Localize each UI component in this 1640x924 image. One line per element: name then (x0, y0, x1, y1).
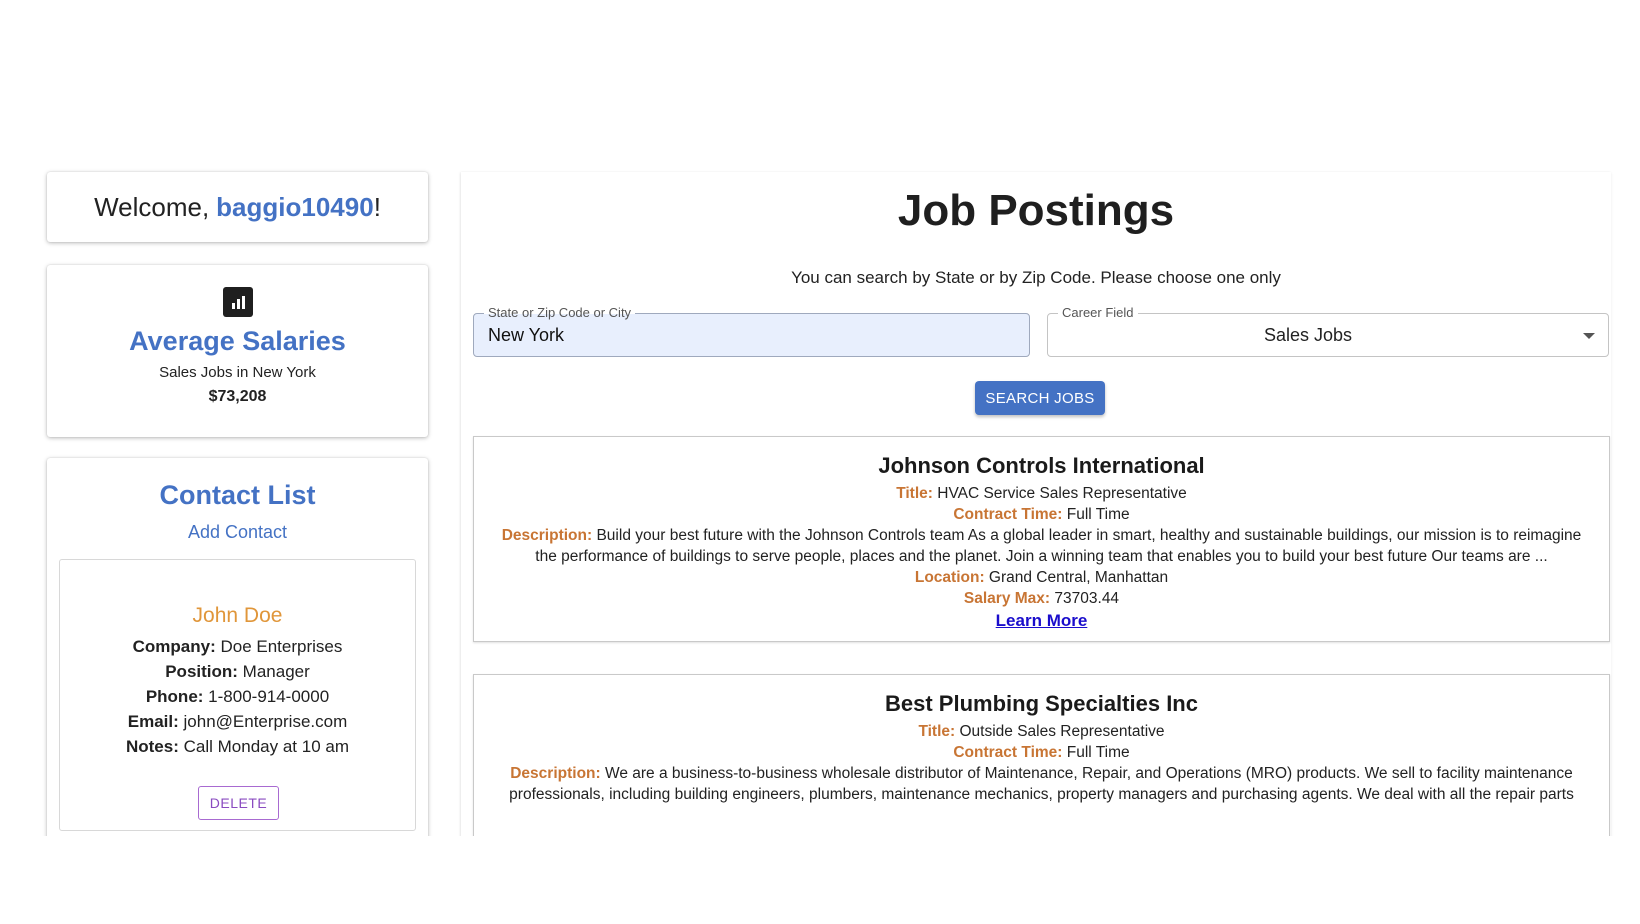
average-salaries-card: Average Salaries Sales Jobs in New York … (47, 265, 428, 437)
contact-company-value: Doe Enterprises (220, 637, 343, 656)
job-title-label: Title: (896, 485, 933, 502)
contact-email-label: Email: (127, 712, 179, 731)
contact-company-label: Company: (132, 637, 216, 656)
job-description: Description: We are a business-to-busine… (484, 763, 1599, 785)
job-description: Description: Build your best future with… (484, 525, 1599, 547)
job-title-value: Outside Sales Representative (959, 723, 1165, 740)
job-location-label: Location: (914, 569, 985, 586)
job-description-line1: We are a business-to-business wholesale … (604, 765, 1573, 782)
contact-email: Email: john@Enterprise.com (60, 712, 415, 732)
average-salaries-subtitle: Sales Jobs in New York (159, 364, 316, 381)
contact-phone-value: 1-800-914-0000 (208, 687, 330, 706)
average-salary-value: $73,208 (208, 388, 267, 405)
job-contract-label: Contract Time: (953, 506, 1063, 523)
contact-notes: Notes: Call Monday at 10 am (60, 737, 415, 757)
job-location-value: Grand Central, Manhattan (988, 569, 1169, 586)
job-description-label: Description: (510, 765, 601, 782)
contact-list-card: Contact List Add Contact John Doe Compan… (47, 458, 428, 836)
chevron-down-icon[interactable] (1583, 333, 1595, 339)
contact-email-value: john@Enterprise.com (183, 712, 348, 731)
job-contract: Contract Time: Full Time (484, 742, 1599, 764)
job-description-line1: Build your best future with the Johnson … (596, 527, 1582, 544)
job-contract-value: Full Time (1066, 506, 1130, 523)
location-input[interactable] (488, 325, 1008, 346)
welcome-username: baggio10490 (216, 191, 374, 222)
job-salary: Salary Max: 73703.44 (484, 588, 1599, 610)
job-company: Best Plumbing Specialties Inc (885, 691, 1198, 716)
location-field-label: State or Zip Code or City (484, 305, 636, 321)
job-postings-panel: Job Postings You can search by State or … (461, 172, 1611, 836)
average-salaries-title: Average Salaries (129, 326, 346, 356)
contact-phone: Phone: 1-800-914-0000 (60, 687, 415, 707)
contact-company: Company: Doe Enterprises (60, 637, 415, 657)
job-description-cont: the performance of buildings to serve pe… (535, 548, 1548, 565)
welcome-prefix: Welcome, (94, 191, 210, 222)
job-title-label: Title: (918, 723, 956, 740)
app-viewport: Welcome, baggio10490! Average Salaries Sa… (0, 0, 1640, 836)
search-jobs-button[interactable]: SEARCH JOBS (975, 381, 1105, 415)
search-hint: You can search by State or by Zip Code. … (791, 268, 1281, 287)
contact-name: John Doe (192, 604, 283, 627)
contact-position-value: Manager (242, 662, 310, 681)
job-contract: Contract Time: Full Time (484, 504, 1599, 526)
page-title: Job Postings (897, 186, 1175, 235)
contact-item: John Doe Company: Doe Enterprises Positi… (59, 559, 416, 831)
job-title: Title: HVAC Service Sales Representative (484, 483, 1599, 505)
bar-chart-icon (223, 287, 253, 317)
contact-notes-label: Notes: (125, 737, 179, 756)
welcome-suffix: ! (373, 191, 381, 222)
career-field-select[interactable]: Career Field Sales Jobs (1047, 305, 1609, 357)
add-contact-link[interactable]: Add Contact (47, 522, 428, 543)
contact-position-label: Position: (165, 662, 238, 681)
career-field-label: Career Field (1058, 305, 1138, 321)
welcome-card: Welcome, baggio10490! (47, 172, 428, 242)
job-salary-value: 73703.44 (1054, 590, 1120, 607)
delete-contact-button[interactable]: DELETE (198, 786, 279, 820)
job-title: Title: Outside Sales Representative (484, 721, 1599, 743)
job-card: Johnson Controls International Title: HV… (473, 436, 1610, 642)
job-contract-label: Contract Time: (953, 744, 1063, 761)
contact-phone-label: Phone: (145, 687, 204, 706)
learn-more-link[interactable]: Learn More (474, 611, 1609, 631)
contact-position: Position: Manager (60, 662, 415, 682)
job-card: Best Plumbing Specialties Inc Title: Out… (473, 674, 1610, 836)
job-description-label: Description: (501, 527, 593, 544)
job-title-value: HVAC Service Sales Representative (937, 485, 1187, 502)
job-location: Location: Grand Central, Manhattan (484, 567, 1599, 589)
job-contract-value: Full Time (1066, 744, 1130, 761)
job-description-cont: professionals, including building engine… (509, 786, 1574, 803)
job-company: Johnson Controls International (878, 453, 1205, 478)
contact-notes-value: Call Monday at 10 am (183, 737, 349, 756)
contact-list-title: Contact List (159, 480, 316, 510)
job-salary-label: Salary Max: (963, 590, 1051, 607)
career-field-value: Sales Jobs (1263, 325, 1353, 345)
location-field[interactable]: State or Zip Code or City (473, 305, 1030, 357)
